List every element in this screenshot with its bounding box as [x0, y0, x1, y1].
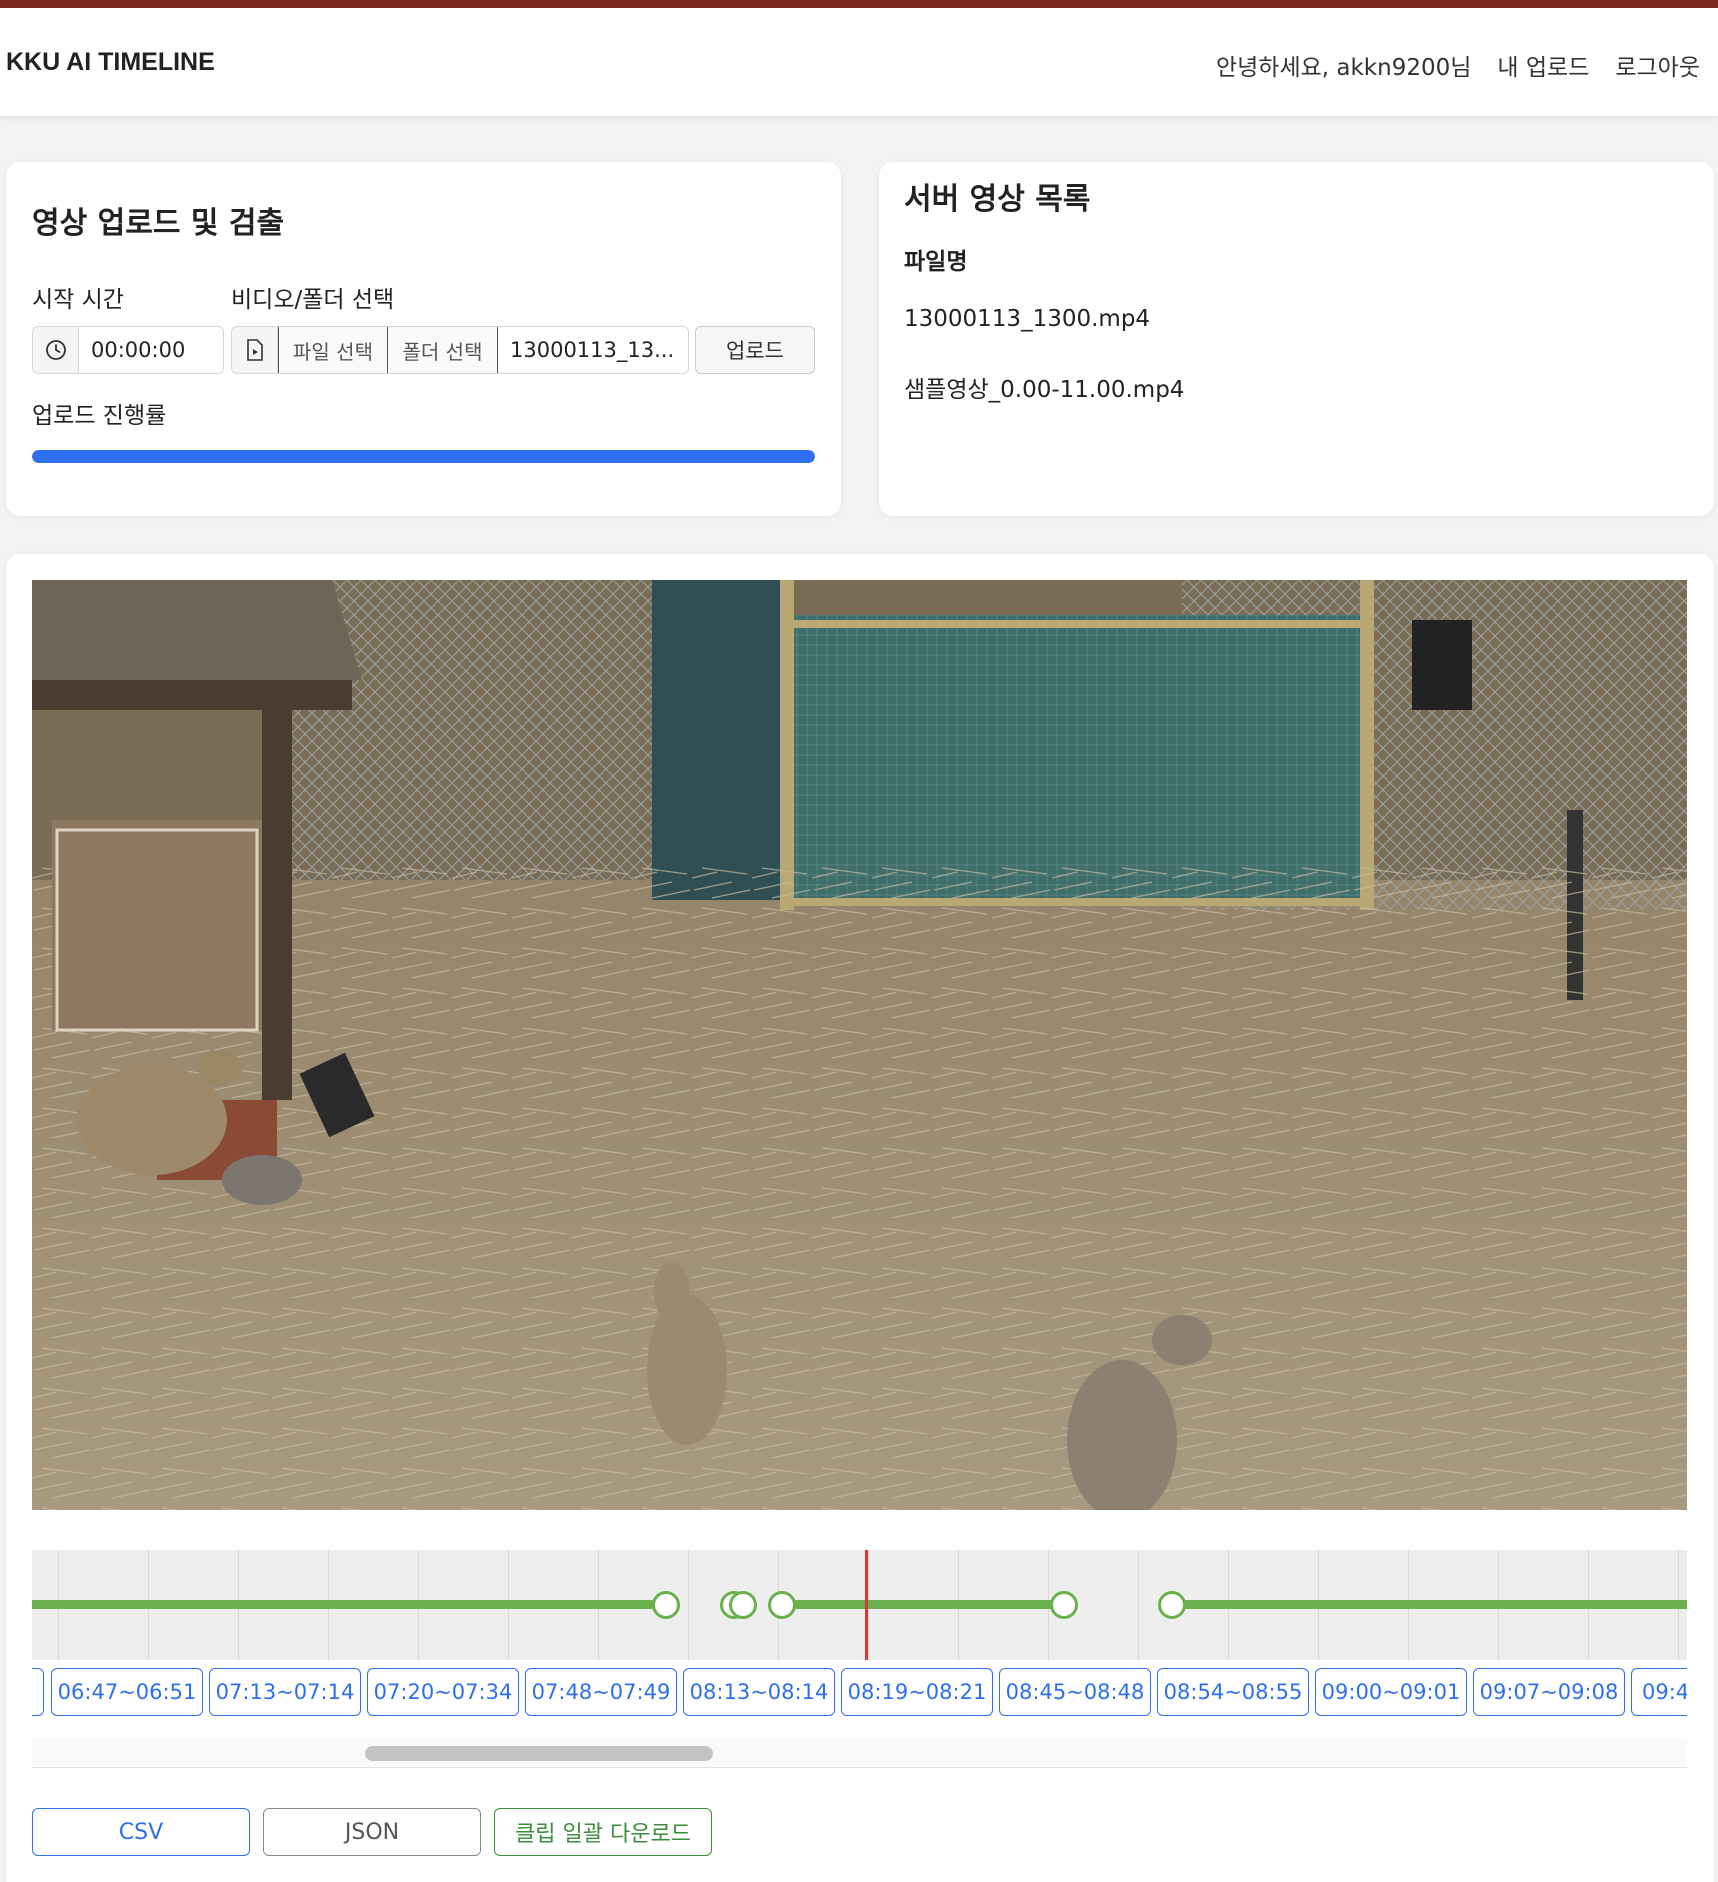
detection-segment[interactable] [780, 1600, 1066, 1609]
user-greeting: 안녕하세요, akkn9200님 [1215, 55, 1472, 81]
clip-chip[interactable]: 06:47~06:51 [51, 1668, 203, 1716]
nav-links: 안녕하세요, akkn9200님 내 업로드 로그아웃 [1216, 48, 1700, 82]
clip-list: 06:47~06:51 07:13~07:14 07:20~07:34 07:4… [32, 1666, 1687, 1718]
server-video-list-card: 서버 영상 목록 파일명 13000113_1300.mp4 샘플영상_0.00… [879, 162, 1714, 516]
clip-chip[interactable]: 07:48~07:49 [525, 1668, 677, 1716]
detection-marker[interactable] [652, 1591, 680, 1619]
folder-select-button[interactable]: 폴더 선택 [388, 327, 498, 373]
export-json-button[interactable]: JSON [263, 1808, 481, 1856]
file-video-icon [232, 327, 278, 373]
video-player-card: 06:47~06:51 07:13~07:14 07:20~07:34 07:4… [6, 554, 1714, 1882]
server-file-item[interactable]: 샘플영상_0.00-11.00.mp4 [904, 370, 1184, 404]
file-select-button[interactable]: 파일 선택 [278, 327, 388, 373]
brand-logo[interactable]: KKU AI TIMELINE [6, 48, 215, 77]
detection-marker[interactable] [1158, 1591, 1186, 1619]
clip-chip[interactable]: 08:54~08:55 [1157, 1668, 1309, 1716]
detection-timeline[interactable] [32, 1550, 1687, 1660]
bulk-clip-download-button[interactable]: 클립 일괄 다운로드 [494, 1808, 712, 1856]
clip-chip[interactable] [32, 1668, 44, 1716]
upload-progress-label: 업로드 진행률 [32, 403, 167, 429]
clip-list-scrollbar[interactable] [32, 1738, 1687, 1768]
clip-chip[interactable]: 09:07~09:08 [1473, 1668, 1625, 1716]
server-list-title: 서버 영상 목록 [904, 182, 1091, 217]
detection-segment[interactable] [1172, 1600, 1687, 1609]
clock-icon [33, 327, 79, 373]
upload-card: 영상 업로드 및 검출 시작 시간 비디오/폴더 선택 파일 선택 폴더 선택 … [6, 162, 841, 516]
upload-progress-bar [32, 450, 815, 463]
video-select-label: 비디오/폴더 선택 [231, 287, 395, 313]
start-time-input[interactable] [79, 327, 223, 373]
video-frame[interactable] [32, 580, 1687, 1510]
scrollbar-thumb[interactable] [365, 1746, 713, 1761]
playhead-cursor[interactable] [865, 1550, 868, 1660]
nav-my-uploads-link[interactable]: 내 업로드 [1497, 48, 1589, 82]
detection-marker[interactable] [729, 1591, 757, 1619]
clip-chip[interactable]: 07:20~07:34 [367, 1668, 519, 1716]
clip-chip[interactable]: 08:13~08:14 [683, 1668, 835, 1716]
clip-chip[interactable]: 07:13~07:14 [209, 1668, 361, 1716]
start-time-label: 시작 시간 [32, 287, 124, 313]
upload-button[interactable]: 업로드 [695, 326, 815, 374]
clip-chip[interactable]: 09:00~09:01 [1315, 1668, 1467, 1716]
selected-file-name: 13000113_13... [510, 338, 675, 362]
export-csv-button[interactable]: CSV [32, 1808, 250, 1856]
detection-marker[interactable] [1050, 1591, 1078, 1619]
file-name-column-header: 파일명 [904, 249, 968, 275]
upload-card-title: 영상 업로드 및 검출 [32, 206, 285, 241]
clip-chip[interactable]: 09:4 [1631, 1668, 1687, 1716]
video-select-field: 파일 선택 폴더 선택 13000113_13... [231, 326, 689, 374]
nav-logout-link[interactable]: 로그아웃 [1615, 48, 1700, 82]
navbar: KKU AI TIMELINE 안녕하세요, akkn9200님 내 업로드 로… [0, 8, 1718, 116]
server-file-item[interactable]: 13000113_1300.mp4 [904, 306, 1150, 332]
start-time-field [32, 326, 224, 374]
clip-chip[interactable]: 08:19~08:21 [841, 1668, 993, 1716]
video-scene-image [32, 580, 1687, 1510]
detection-segment[interactable] [32, 1600, 666, 1609]
detection-marker[interactable] [768, 1591, 796, 1619]
clip-chip[interactable]: 08:45~08:48 [999, 1668, 1151, 1716]
upload-progress-fill [32, 450, 815, 463]
header-accent-bar [0, 0, 1718, 8]
